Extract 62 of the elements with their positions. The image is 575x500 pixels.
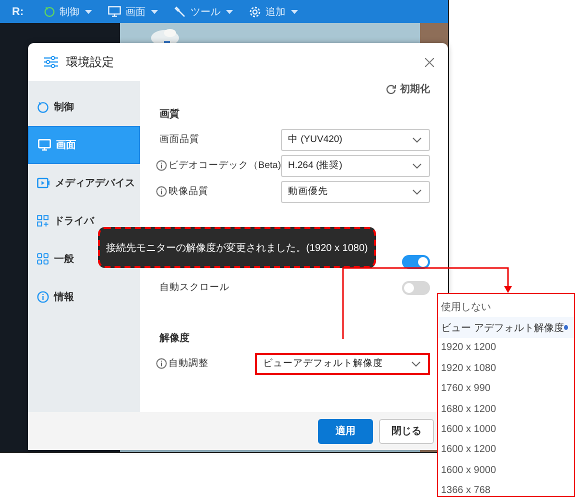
- resolution-change-toast: 接続先モニターの解像度が変更されました。(1920 x 1080): [98, 227, 376, 268]
- setting-label: 自動調整: [168, 357, 208, 370]
- sidebar-item[interactable]: メディアデバイス: [28, 164, 140, 202]
- monitor-icon: [108, 6, 121, 17]
- menu-button[interactable]: 画面: [108, 4, 158, 18]
- resolution-option[interactable]: 1760 x 990: [438, 378, 574, 399]
- apply-button[interactable]: 適用: [318, 418, 373, 444]
- menu-button[interactable]: 追加: [248, 4, 298, 18]
- info-icon: [156, 186, 168, 197]
- monitor-icon: [38, 139, 51, 151]
- close-button[interactable]: [425, 58, 434, 66]
- media-icon: [37, 177, 50, 189]
- toggle-switch[interactable]: [402, 254, 430, 268]
- toggle-switch[interactable]: [402, 280, 430, 294]
- resolution-option[interactable]: 1920 x 1080: [438, 358, 574, 379]
- chevron-icon: [411, 360, 421, 366]
- app-logo: R:: [12, 6, 24, 18]
- setting-label: 自動スクロール: [159, 281, 230, 294]
- resolution-option[interactable]: 1366 x 768: [438, 480, 574, 500]
- setting-label: ビデオコーデック（Beta): [168, 159, 281, 172]
- section-title: 解像度: [158, 331, 190, 346]
- menu-button[interactable]: ツール: [174, 4, 233, 18]
- grid-icon: [37, 253, 49, 265]
- resolution-option[interactable]: 1920 x 1200: [438, 338, 574, 358]
- resolution-option[interactable]: ビュー アデフォルト解像度: [438, 317, 574, 338]
- close-dialog-button[interactable]: 閉じる: [379, 418, 434, 444]
- setting-label: 画面品質: [159, 133, 200, 146]
- sidebar-item[interactable]: 制御: [28, 88, 140, 126]
- resolution-option[interactable]: 1680 x 1200: [438, 398, 574, 420]
- chevron-icon: [412, 136, 422, 142]
- select-field[interactable]: ビューアデフォルト解像度: [255, 352, 430, 374]
- caret-icon: [290, 10, 298, 14]
- info-icon: [37, 291, 49, 303]
- refresh-icon: [386, 84, 396, 94]
- caret-icon: [150, 10, 158, 14]
- section-title: 画質: [158, 108, 180, 122]
- resolution-option[interactable]: 1600 x 9000: [438, 460, 574, 481]
- resolution-option[interactable]: 1600 x 1000: [438, 419, 574, 440]
- resolution-option[interactable]: 1600 x 1200: [438, 440, 574, 460]
- select-field[interactable]: 中 (YUV420): [281, 128, 430, 150]
- sidebar-item[interactable]: 情報: [28, 278, 140, 316]
- timer-icon: [37, 101, 49, 113]
- info-icon: [156, 358, 168, 369]
- timer-icon: [44, 6, 55, 17]
- chevron-icon: [412, 188, 422, 194]
- select-field[interactable]: 動画優先: [281, 180, 430, 202]
- grid-plus-icon: [37, 215, 49, 227]
- select-field[interactable]: H.264 (推奨): [281, 154, 430, 176]
- close-icon: [425, 58, 434, 66]
- sliders-icon: [44, 56, 58, 68]
- menu-button[interactable]: 制御: [44, 4, 92, 18]
- gear-icon: [248, 6, 261, 18]
- dialog-title: 環境設定: [66, 54, 115, 70]
- selected-dot: [564, 325, 568, 330]
- info-icon: [156, 160, 168, 171]
- chevron-icon: [412, 162, 422, 168]
- caret-icon: [226, 10, 233, 14]
- caret-icon: [84, 10, 92, 14]
- reset-button[interactable]: 初期化: [386, 82, 430, 96]
- resolution-option[interactable]: 使用しない: [438, 297, 574, 318]
- wrench-icon: [174, 6, 186, 18]
- setting-label: 映像品質: [168, 185, 208, 198]
